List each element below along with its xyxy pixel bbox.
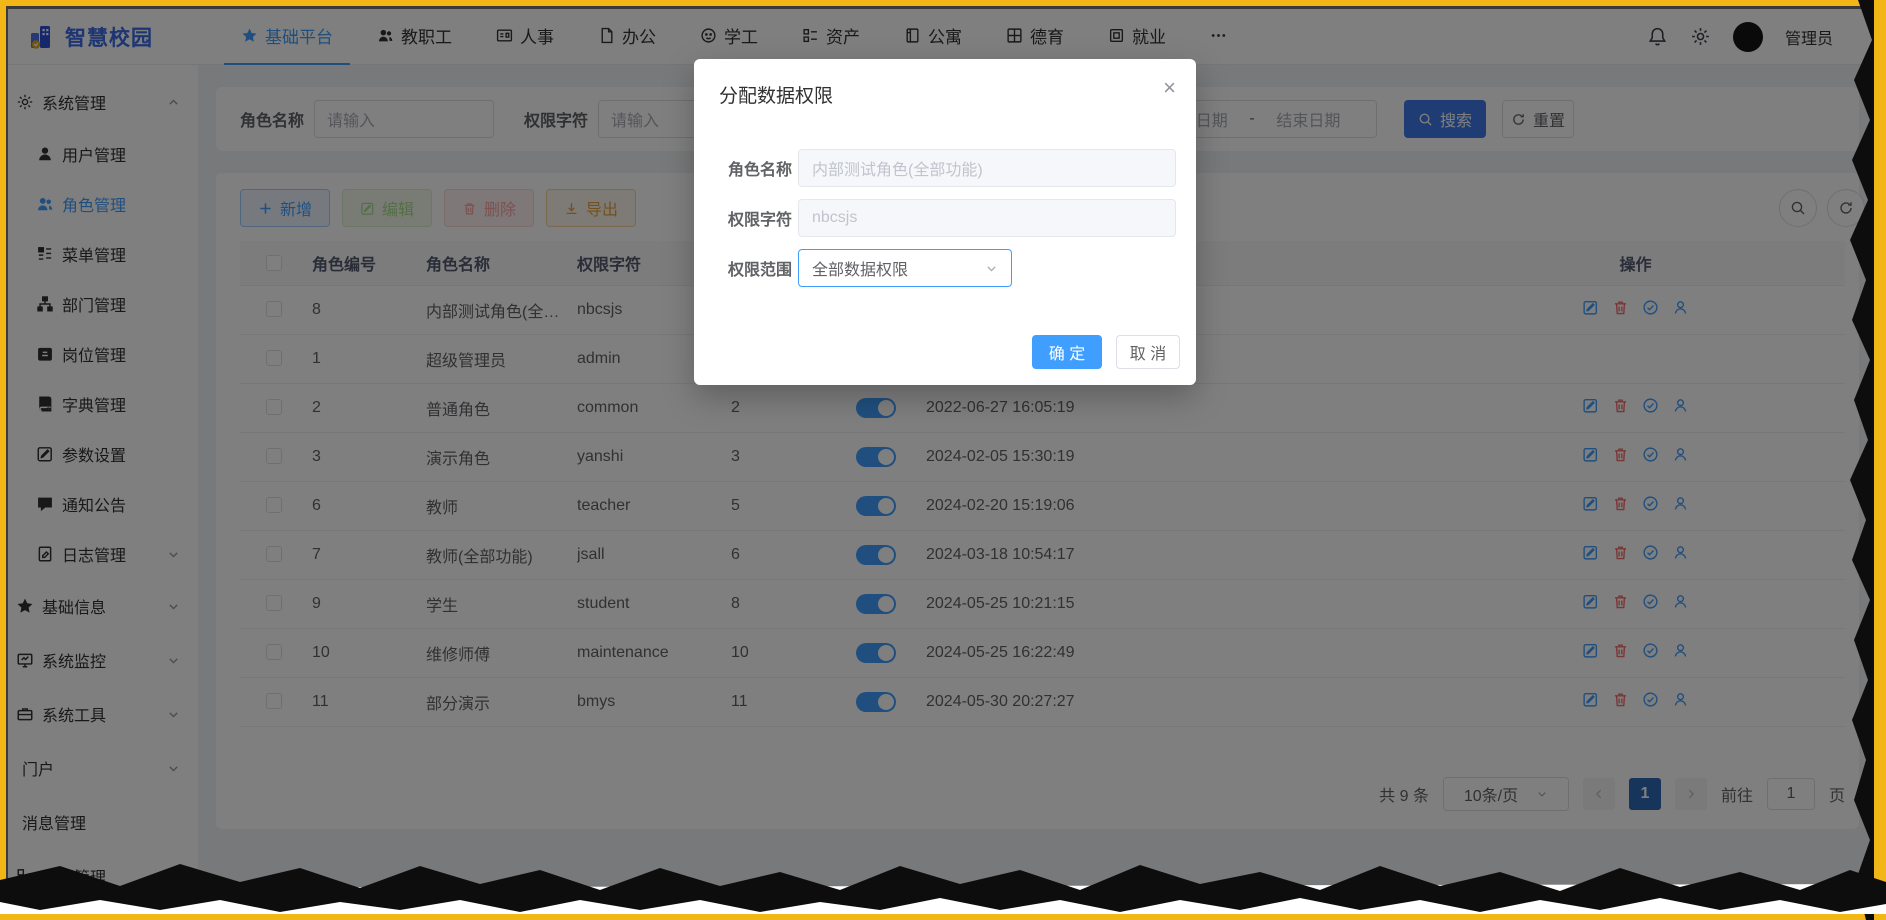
cancel-button[interactable]: 取 消	[1116, 335, 1180, 369]
dialog-title: 分配数据权限	[719, 81, 833, 108]
confirm-button[interactable]: 确 定	[1032, 335, 1102, 369]
assign-permission-dialog: 分配数据权限 × 角色名称 内部测试角色(全部功能) 权限字符 nbcsjs 权…	[694, 59, 1196, 385]
dialog-role-name-input[interactable]: 内部测试角色(全部功能)	[798, 149, 1176, 187]
dialog-scope-label: 权限范围	[728, 256, 792, 280]
decorative-frame: 智慧校园 基础平台 教职工 人事	[0, 0, 1886, 920]
dialog-perm-label: 权限字符	[728, 206, 792, 230]
dialog-role-name-label: 角色名称	[728, 156, 792, 180]
dialog-scope-select[interactable]: 全部数据权限	[798, 249, 1012, 287]
dialog-perm-input[interactable]: nbcsjs	[798, 199, 1176, 237]
chevron-down-icon	[985, 262, 998, 275]
app-screen: 智慧校园 基础平台 教职工 人事	[6, 6, 1873, 910]
close-icon[interactable]: ×	[1163, 77, 1176, 99]
